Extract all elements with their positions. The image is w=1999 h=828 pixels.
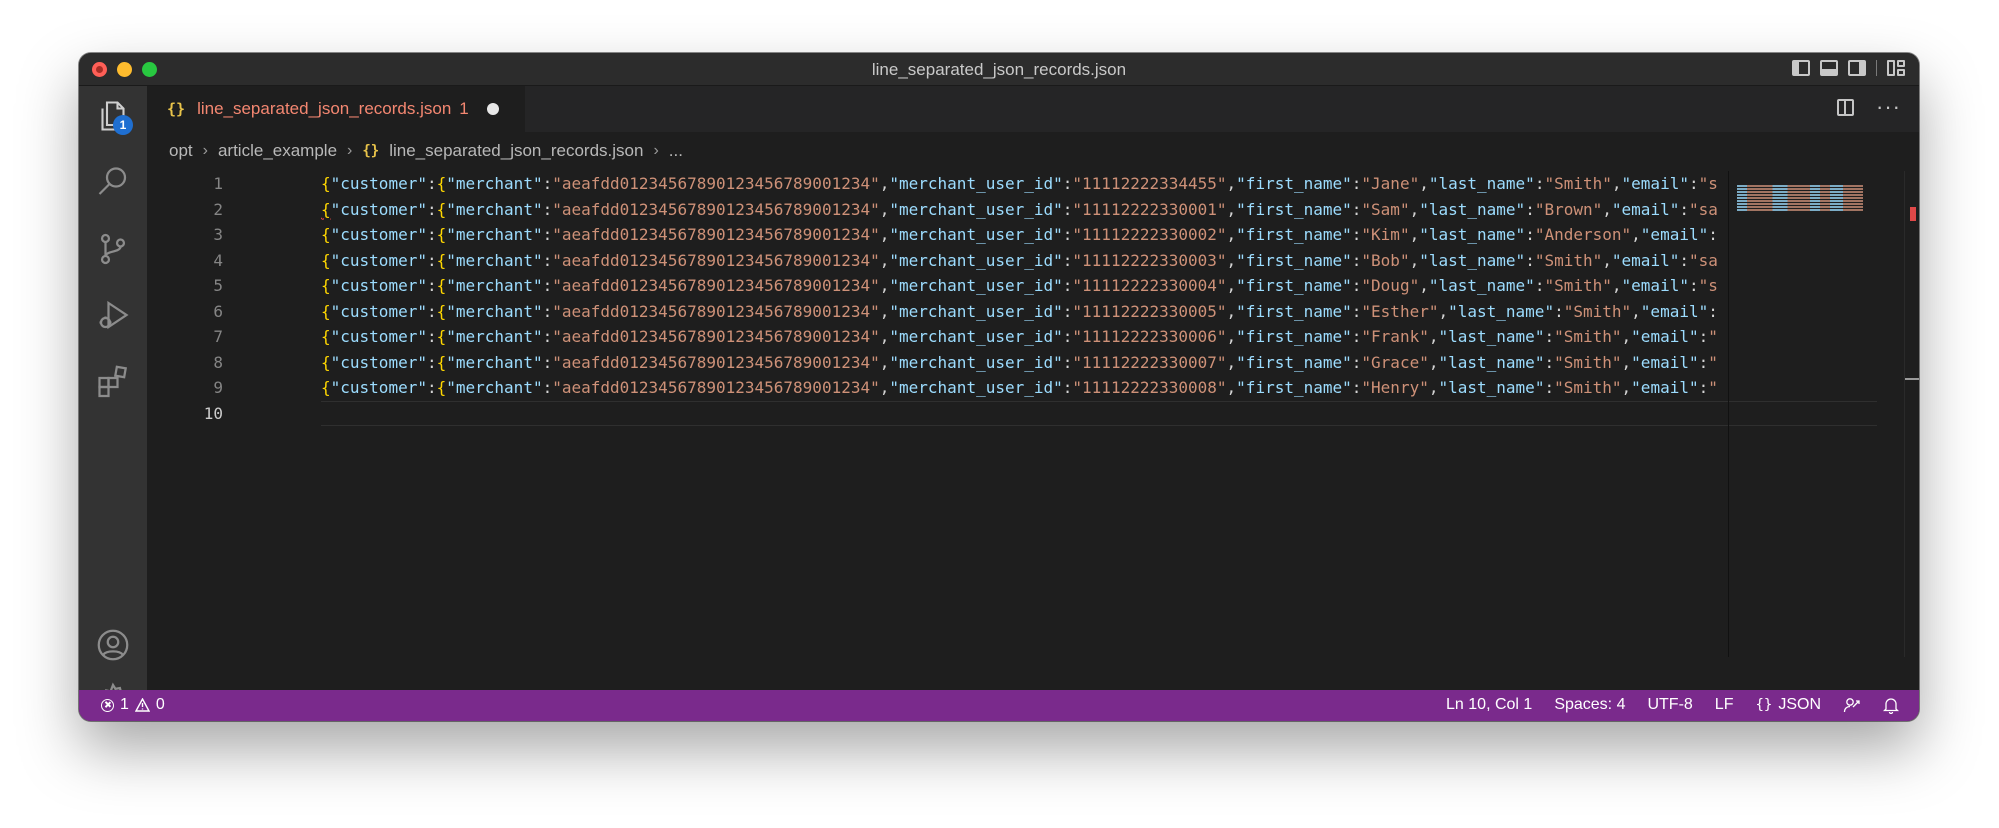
code-line[interactable]: {"customer":{"merchant":"aeafdd012345678…: [321, 375, 1877, 401]
minimap-line: [1737, 209, 1863, 211]
chevron-right-icon: ›: [347, 142, 353, 159]
code-line[interactable]: {"customer":{"merchant":"aeafdd012345678…: [321, 222, 1877, 248]
minimap-line: [1737, 200, 1863, 202]
code-line[interactable]: {"customer":{"merchant":"aeafdd012345678…: [321, 324, 1877, 350]
line-number: 7: [213, 327, 223, 346]
cursor-position[interactable]: Ln 10, Col 1: [1446, 696, 1532, 714]
status-right: Ln 10, Col 1 Spaces: 4 UTF-8 LF {} JSON: [1446, 696, 1899, 714]
run-debug-icon[interactable]: [79, 285, 147, 345]
code-line[interactable]: {"customer":{"merchant":"aeafdd012345678…: [321, 273, 1877, 299]
toggle-secondary-sidebar-icon[interactable]: [1848, 60, 1866, 76]
editor-actions: ···: [1837, 96, 1901, 118]
editor-window: line_separated_json_records.json 1 {} li…: [79, 53, 1919, 721]
cursor-position-marker: [1905, 378, 1919, 380]
problems-indicator[interactable]: 1 0: [101, 696, 165, 714]
chevron-right-icon: ›: [202, 142, 208, 159]
line-ending[interactable]: LF: [1715, 696, 1734, 714]
minimap-line: [1737, 206, 1863, 208]
window-title: line_separated_json_records.json: [871, 60, 1127, 79]
accounts-icon[interactable]: [79, 615, 147, 675]
warning-count: 0: [155, 696, 165, 713]
customize-layout-icon[interactable]: [1887, 60, 1905, 76]
feedback-icon[interactable]: [1843, 697, 1861, 713]
line-number: 3: [213, 225, 223, 244]
line-number: 2: [213, 199, 223, 219]
toggle-primary-sidebar-icon[interactable]: [1792, 60, 1810, 76]
line-number: 4: [213, 250, 223, 270]
code-line[interactable]: [321, 400, 1877, 426]
braces-icon: {}: [1755, 697, 1773, 713]
minimap-line: [1737, 197, 1863, 199]
activity-bar: 1: [79, 86, 147, 718]
title-bar: line_separated_json_records.json: [79, 53, 1919, 86]
error-icon: [101, 698, 114, 712]
notifications-bell-icon[interactable]: [1883, 697, 1899, 714]
search-icon[interactable]: [79, 152, 147, 212]
breadcrumb: opt › article_example › {} line_separate…: [169, 139, 683, 163]
toggle-panel-icon[interactable]: [1820, 60, 1838, 76]
indentation[interactable]: Spaces: 4: [1554, 696, 1625, 714]
language-label: JSON: [1778, 696, 1821, 713]
more-actions-icon[interactable]: ···: [1876, 96, 1901, 118]
line-number: 1: [213, 174, 223, 193]
minimap-line: [1737, 185, 1863, 187]
warning-icon: [134, 698, 150, 712]
json-file-icon: {}: [362, 143, 380, 159]
tab-line-separated-json-records[interactable]: {} line_separated_json_records.json 1: [147, 86, 526, 132]
json-file-icon: {}: [167, 100, 186, 118]
tab-bar: {} line_separated_json_records.json 1 ··…: [147, 86, 1919, 132]
split-editor-icon[interactable]: [1837, 98, 1855, 116]
minimap-line: [1737, 194, 1863, 196]
minimap[interactable]: [1728, 171, 1889, 657]
error-marker: [1910, 207, 1916, 221]
tab-problem-count: 1: [459, 99, 469, 118]
extensions-icon[interactable]: [79, 351, 147, 411]
line-number: 9: [213, 378, 223, 397]
code-line[interactable]: {"customer":{"merchant":"aeafdd012345678…: [321, 197, 1877, 223]
status-bar: 1 0 Ln 10, Col 1 Spaces: 4 UTF-8 LF {} J…: [79, 690, 1919, 721]
code-line[interactable]: {"customer":{"merchant":"aeafdd012345678…: [321, 350, 1877, 376]
minimap-line: [1737, 203, 1863, 205]
source-control-icon[interactable]: [79, 219, 147, 279]
chevron-right-icon: ›: [653, 142, 659, 159]
layout-controls: [1792, 60, 1905, 76]
code-lines[interactable]: {"customer":{"merchant":"aeafdd012345678…: [321, 171, 1877, 426]
line-number: 6: [213, 301, 223, 321]
encoding[interactable]: UTF-8: [1647, 696, 1692, 714]
minimap-line: [1737, 191, 1863, 193]
line-number: 8: [213, 352, 223, 372]
code-editor[interactable]: 1 2 3 4 5 6 7 8 9 10 {"customer":{"merchant":"aea…: [147, 171, 1877, 657]
line-number: 5: [213, 276, 223, 295]
explorer-badge: 1: [113, 115, 133, 135]
breadcrumb-article-example[interactable]: article_example: [218, 141, 337, 161]
breadcrumb-file[interactable]: line_separated_json_records.json: [389, 141, 643, 161]
layout-separator: [1876, 60, 1877, 76]
breadcrumb-opt[interactable]: opt: [169, 141, 193, 161]
tab-label: line_separated_json_records.json: [197, 99, 452, 118]
code-line[interactable]: {"customer":{"merchant":"aeafdd012345678…: [321, 299, 1877, 325]
error-count: 1: [120, 696, 129, 713]
code-line[interactable]: {"customer":{"merchant":"aeafdd012345678…: [321, 248, 1877, 274]
minimap-line: [1737, 188, 1863, 190]
language-mode[interactable]: {} JSON: [1755, 696, 1821, 714]
line-number-gutter: 1 2 3 4 5 6 7 8 9 10: [147, 171, 247, 426]
unsaved-dot-icon[interactable]: [486, 103, 499, 115]
line-number: 10: [203, 403, 223, 423]
breadcrumb-symbols[interactable]: ...: [669, 141, 683, 161]
vertical-scrollbar[interactable]: [1904, 171, 1919, 657]
code-line[interactable]: {"customer":{"merchant":"aeafdd012345678…: [321, 171, 1877, 197]
explorer-icon[interactable]: 1: [79, 86, 147, 146]
